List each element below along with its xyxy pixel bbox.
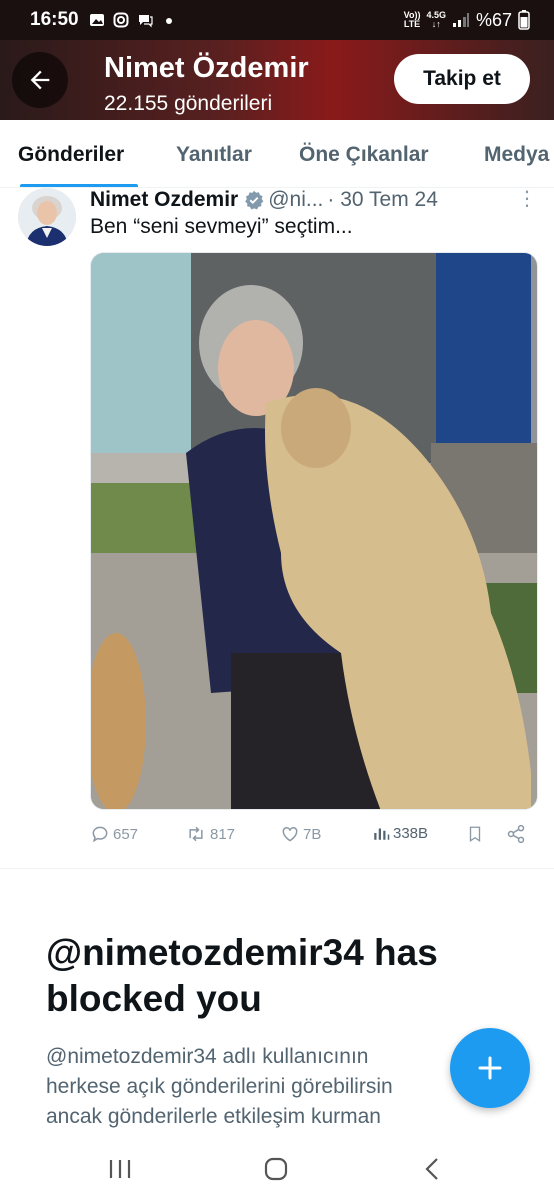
like-icon: [282, 826, 298, 842]
back-nav-button[interactable]: [412, 1154, 452, 1184]
gallery-icon: [89, 14, 104, 26]
profile-header: Nimet Özdemir 22.155 gönderileri Takip e…: [0, 40, 554, 120]
dot-icon: [165, 18, 172, 24]
bookmark-button[interactable]: [466, 824, 484, 844]
like-button[interactable]: 7B: [280, 824, 321, 844]
repost-count: 817: [210, 825, 236, 843]
chat-icon: [138, 15, 153, 28]
reply-count: 657: [113, 825, 139, 843]
plus-icon: [478, 1056, 502, 1080]
views-icon: [374, 828, 390, 840]
avatar-image: [18, 188, 76, 246]
photo-image: [91, 253, 537, 809]
home-icon: [264, 1157, 288, 1181]
home-button[interactable]: [256, 1154, 296, 1184]
profile-tabs: Gönderiler Yanıtlar Öne Çıkanlar Medya: [0, 120, 554, 188]
status-right: Vo)) LTE 4.5G ↓↑ %67: [404, 10, 530, 31]
header-name: Nimet Özdemir: [104, 52, 309, 84]
recent-apps-button[interactable]: [100, 1154, 140, 1184]
system-nav-bar: [0, 1140, 554, 1200]
verified-badge-icon: [245, 190, 264, 210]
back-button[interactable]: [12, 52, 68, 108]
repost-button[interactable]: 817: [185, 824, 235, 844]
network-gen-label: 4.5G ↓↑: [426, 10, 446, 29]
tweet-photo[interactable]: [90, 252, 538, 810]
battery-percent: %67: [475, 9, 512, 30]
share-icon: [507, 824, 525, 844]
tab-media[interactable]: Medya: [484, 143, 549, 167]
tab-highlights[interactable]: Öne Çıkanlar: [299, 143, 429, 167]
blocked-description: @nimetozdemir34 adlı kullanıcının herkes…: [46, 1045, 393, 1128]
reply-icon: [92, 826, 108, 843]
instagram-icon: [113, 12, 129, 28]
notification-icons: [89, 12, 177, 28]
tweet-text: Ben “seni sevmeyi” seçtim...: [90, 215, 353, 238]
avatar[interactable]: [18, 188, 76, 246]
tab-posts[interactable]: Gönderiler: [18, 143, 124, 167]
blocked-title: @nimetozdemir34 has blocked you: [46, 932, 438, 1019]
back-arrow-icon: [30, 70, 50, 90]
tweet-date[interactable]: · 30 Tem 24: [327, 188, 438, 212]
tweet-author-name[interactable]: Nimet Ozdemir: [90, 188, 238, 212]
section-divider: [0, 868, 554, 869]
compose-button[interactable]: [450, 1028, 530, 1108]
back-icon: [425, 1158, 438, 1180]
signal-icon: [452, 13, 469, 27]
status-time: 16:50: [30, 9, 79, 30]
header-post-count: 22.155 gönderileri: [104, 92, 273, 115]
reply-button[interactable]: 657: [90, 824, 138, 844]
status-bar: 16:50 Vo)) LTE 4.5G ↓↑ %67: [0, 0, 554, 40]
follow-button[interactable]: Takip et: [394, 54, 530, 104]
views-count: 338B: [393, 824, 429, 842]
repost-icon: [189, 826, 203, 842]
like-count: 7B: [303, 825, 322, 843]
more-icon[interactable]: ⋮: [517, 186, 537, 211]
volte-label: Vo)) LTE: [403, 10, 421, 29]
tweet-author-handle[interactable]: @ni...: [268, 188, 323, 212]
tab-replies[interactable]: Yanıtlar: [176, 143, 252, 167]
recent-apps-icon: [109, 1160, 131, 1178]
tweet-actions: 657 817 7B 338B: [90, 822, 530, 850]
tweet-header: Nimet Ozdemir @ni... · 30 Tem 24 ⋮: [90, 186, 540, 214]
share-button[interactable]: [506, 824, 526, 844]
bookmark-icon: [469, 826, 481, 843]
battery-icon: [518, 10, 530, 30]
views-button[interactable]: 338B: [372, 824, 428, 842]
